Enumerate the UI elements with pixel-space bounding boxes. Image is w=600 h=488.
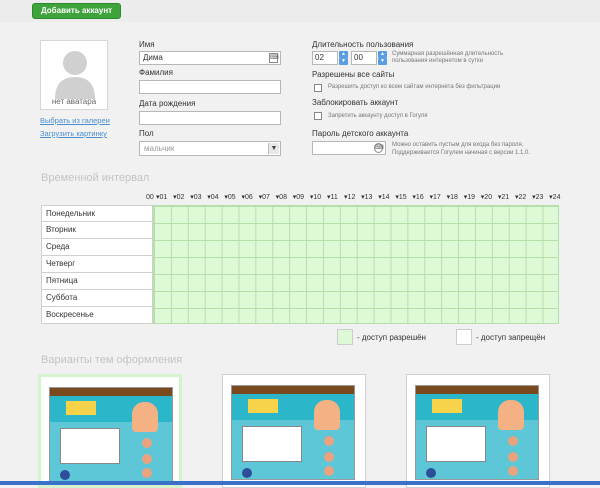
birthdate-field[interactable]: [139, 111, 281, 125]
hour-label[interactable]: ▾09: [293, 193, 310, 201]
block-account-label: Заблокировать аккаунт: [312, 98, 399, 107]
themes-title: Варианты тем оформления: [41, 354, 183, 366]
day-label[interactable]: Понедельник: [41, 205, 153, 222]
upload-picture-link[interactable]: Загрузить картинку: [40, 129, 107, 138]
schedule-title: Временной интервал: [41, 172, 150, 184]
allowed-legend-swatch: [337, 329, 353, 345]
block-account-option-text: Запретить аккаунту доступ в Гогуля: [328, 113, 428, 119]
password-hint-line-1: Можно оставить пустым для входа без паро…: [392, 142, 524, 148]
hours-input[interactable]: 02: [312, 51, 338, 65]
hour-label[interactable]: ▾21: [498, 193, 515, 201]
theme-option[interactable]: [406, 374, 550, 488]
arrow-up-icon[interactable]: ▲: [339, 51, 348, 58]
hour-label[interactable]: ▾13: [361, 193, 378, 201]
duration-hint-line-2: пользования интернетом в сутки: [392, 58, 483, 64]
gender-label: Пол: [139, 129, 154, 138]
denied-legend-swatch: [456, 329, 472, 345]
allowed-legend-label: - доступ разрешён: [357, 333, 426, 342]
day-label[interactable]: Вторник: [41, 222, 153, 239]
gender-select[interactable]: мальчик ▼: [139, 141, 281, 156]
hour-label[interactable]: ▾03: [190, 193, 207, 201]
hour-label[interactable]: ▾23: [532, 193, 549, 201]
hour-label[interactable]: ▾19: [464, 193, 481, 201]
choose-from-gallery-link[interactable]: Выбрать из галереи: [40, 116, 110, 125]
day-label[interactable]: Среда: [41, 239, 153, 256]
gender-value: мальчик: [144, 144, 175, 153]
person-silhouette-icon: [55, 51, 95, 99]
top-toolbar: Добавить аккаунт: [0, 0, 600, 22]
theme-preview-image: [415, 385, 539, 480]
hour-label[interactable]: ▾12: [344, 193, 361, 201]
password-hint-line-2: Поддерживается Гогулем начиная с версии …: [392, 150, 531, 156]
hour-label[interactable]: ▾05: [224, 193, 241, 201]
hour-label[interactable]: ▾20: [481, 193, 498, 201]
keyboard-icon[interactable]: ⌨: [374, 143, 384, 153]
no-avatar-caption: нет аватара: [51, 97, 97, 106]
schedule-grid[interactable]: [153, 205, 559, 324]
hour-label[interactable]: ▾11: [327, 193, 344, 201]
chevron-down-icon: ▼: [268, 143, 279, 154]
password-label: Пароль детского аккаунта: [312, 129, 409, 138]
duration-label: Длительность пользования: [312, 40, 414, 49]
hour-label[interactable]: ▾14: [378, 193, 395, 201]
arrow-up-icon[interactable]: ▲: [378, 51, 387, 58]
day-label[interactable]: Воскресенье: [41, 307, 153, 324]
arrow-down-icon[interactable]: ▼: [378, 58, 387, 65]
block-account-checkbox[interactable]: [314, 112, 322, 120]
theme-option[interactable]: [222, 374, 366, 488]
hours-stepper[interactable]: ▲ ▼: [339, 51, 348, 65]
hour-label[interactable]: ▾18: [447, 193, 464, 201]
theme-preview-image: [49, 387, 173, 482]
hour-label[interactable]: ▾17: [430, 193, 447, 201]
duration-hint-line-1: Суммарная разрешённая длительность: [392, 51, 504, 57]
day-label[interactable]: Четверг: [41, 256, 153, 273]
hour-label[interactable]: ▾16: [412, 193, 429, 201]
day-label[interactable]: Суббота: [41, 290, 153, 307]
hour-label[interactable]: ▾06: [241, 193, 258, 201]
surname-label: Фамилия: [139, 68, 173, 77]
theme-option[interactable]: [38, 374, 182, 488]
all-sites-label: Разрешены все сайты: [312, 70, 395, 79]
all-sites-option-text: Разрешить доступ ко всем сайтам интернет…: [328, 84, 501, 90]
name-label: Имя: [139, 40, 155, 49]
name-field[interactable]: Дима ⌨: [139, 51, 281, 65]
arrow-down-icon[interactable]: ▼: [339, 58, 348, 65]
avatar[interactable]: нет аватара: [40, 40, 108, 110]
hours-header: 00 ▾01 ▾02 ▾03 ▾04 ▾05 ▾06 ▾07 ▾08 ▾09 ▾10 ▾11 ▾12 ▾1…: [146, 193, 566, 201]
hour-label[interactable]: ▾15: [395, 193, 412, 201]
denied-legend-label: - доступ запрещён: [476, 333, 546, 342]
day-label[interactable]: Пятница: [41, 273, 153, 290]
surname-field[interactable]: [139, 80, 281, 94]
add-account-button[interactable]: Добавить аккаунт: [32, 3, 122, 19]
hour-label[interactable]: ▾02: [173, 193, 190, 201]
password-field[interactable]: ⌨: [312, 141, 386, 155]
hour-label[interactable]: ▾24: [549, 193, 566, 201]
hour-label[interactable]: ▾22: [515, 193, 532, 201]
bottom-bar: [0, 481, 600, 485]
hour-label[interactable]: ▾07: [259, 193, 276, 201]
keyboard-icon[interactable]: ⌨: [269, 53, 279, 63]
minutes-input[interactable]: 00: [351, 51, 377, 65]
days-column: Понедельник Вторник Среда Четверг Пятница Суб…: [41, 205, 153, 324]
hour-label[interactable]: ▾04: [207, 193, 224, 201]
name-value: Дима: [143, 53, 163, 62]
birthdate-label: Дата рождения: [139, 99, 196, 108]
hour-label[interactable]: ▾10: [310, 193, 327, 201]
all-sites-checkbox[interactable]: [314, 84, 322, 92]
theme-preview-image: [231, 385, 355, 480]
minutes-stepper[interactable]: ▲ ▼: [378, 51, 387, 65]
hour-label[interactable]: ▾08: [276, 193, 293, 201]
hour-label[interactable]: 00: [146, 194, 156, 201]
hour-label[interactable]: ▾01: [156, 193, 173, 201]
